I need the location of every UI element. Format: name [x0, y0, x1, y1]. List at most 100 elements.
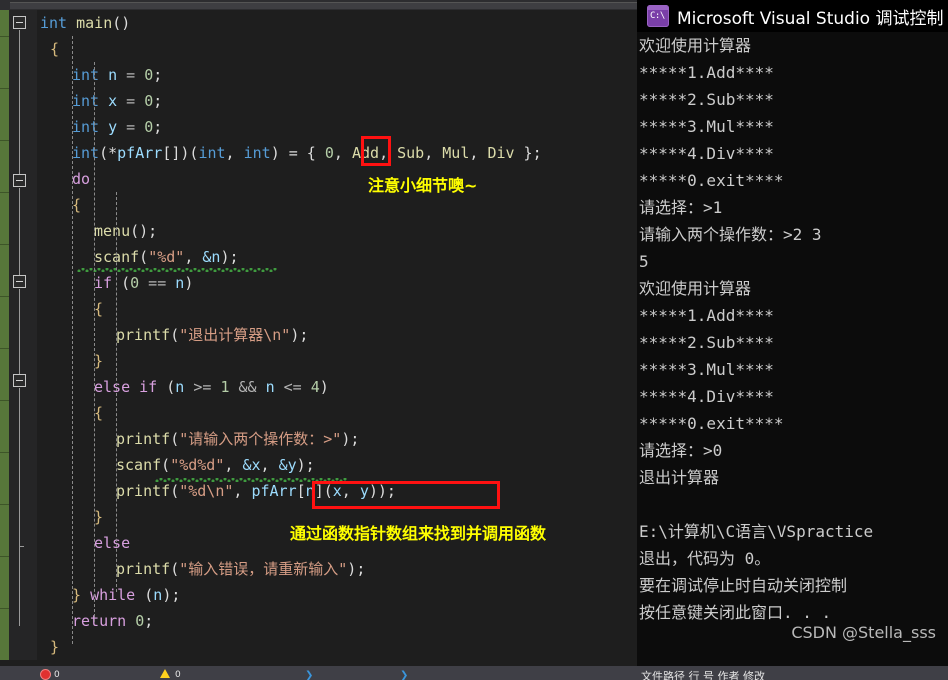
indent-guide: [116, 192, 117, 592]
code-token: [])(: [162, 144, 199, 162]
code-text-area[interactable]: int main(){int n = 0; int x = 0; int y = 0…: [40, 10, 637, 660]
console-line: 退出计算器: [639, 468, 720, 487]
code-token: ,: [333, 144, 352, 162]
code-token: }: [72, 586, 82, 604]
fold-toggle-elseif[interactable]: [13, 374, 26, 387]
console-line: *****1.Add****: [639, 63, 774, 82]
code-token: (: [161, 456, 171, 474]
console-line: 请输入两个操作数：>2 3: [639, 225, 822, 244]
code-token: y: [359, 482, 369, 500]
console-icon-prompt-glyph: C:\: [650, 11, 665, 21]
code-line[interactable]: int main(): [40, 10, 637, 36]
code-line[interactable]: {: [40, 400, 637, 426]
fold-toggle-if[interactable]: [13, 275, 26, 288]
code-line[interactable]: int(*pfArr[])(int, int) = { 0, Add, Sub,…: [40, 140, 637, 166]
code-token: int: [72, 118, 100, 136]
console-line: *****0.exit****: [639, 171, 784, 190]
code-token: (: [157, 378, 176, 396]
code-token: <=: [274, 378, 311, 396]
error-icon[interactable]: [40, 669, 51, 680]
console-title-bar[interactable]: C:\ Microsoft Visual Studio 调试控制: [637, 0, 948, 32]
code-line[interactable]: scanf("%d%d", &x, &y);: [40, 452, 637, 478]
error-list-status-strip[interactable]: 0 0 ❯ ❯: [0, 666, 637, 680]
code-token: (): [112, 14, 131, 32]
fold-toggle-main[interactable]: [13, 16, 26, 29]
debug-console-window[interactable]: C:\ Microsoft Visual Studio 调试控制 欢迎使用计算器…: [637, 0, 948, 666]
code-token: {: [72, 196, 82, 214]
console-line: *****1.Add****: [639, 306, 774, 325]
code-line[interactable]: menu();: [40, 218, 637, 244]
console-line: *****4.Div****: [639, 387, 774, 406]
code-token: Sub: [397, 144, 425, 162]
code-token: pfArr: [117, 144, 163, 162]
code-token: ();: [130, 222, 158, 240]
code-line[interactable]: return 0;: [40, 608, 637, 634]
code-line[interactable]: }: [40, 348, 637, 374]
annotation-detail-note: 注意小细节噢~: [368, 176, 478, 195]
code-line[interactable]: {: [40, 192, 637, 218]
code-token: 0: [324, 144, 334, 162]
code-token: int: [72, 144, 100, 162]
code-token: );: [162, 586, 181, 604]
code-line[interactable]: int x = 0;: [40, 88, 637, 114]
code-token: x: [108, 92, 118, 110]
code-token: (: [170, 430, 180, 448]
info-icon-1[interactable]: ❯: [305, 670, 313, 680]
console-line: 按任意键关闭此窗口. . .: [639, 603, 832, 622]
code-token: ,: [233, 482, 252, 500]
console-output-area[interactable]: 欢迎使用计算器 *****1.Add**** *****2.Sub**** *****…: [637, 32, 948, 666]
console-title-text: Microsoft Visual Studio 调试控制: [677, 8, 944, 29]
editor-tab-strip[interactable]: [0, 0, 637, 10]
error-squiggle-scanf-1: [77, 268, 277, 272]
changed-lines-indicator-strip: [0, 10, 9, 660]
code-line[interactable]: } while (n);: [40, 582, 637, 608]
code-line[interactable]: printf("输入错误，请重新输入");: [40, 556, 637, 582]
warning-icon[interactable]: [160, 669, 170, 678]
code-token: ) = {: [270, 144, 325, 162]
code-token: int: [243, 144, 271, 162]
changed-line-seam: [0, 608, 9, 609]
info-icon-2[interactable]: ❯: [400, 670, 408, 680]
code-token: (: [135, 586, 154, 604]
code-token: n: [175, 274, 185, 292]
code-token: "%d%d": [170, 456, 225, 474]
code-line[interactable]: int y = 0;: [40, 114, 637, 140]
code-token: }: [94, 508, 104, 526]
code-line[interactable]: else if (n >= 1 && n <= 4): [40, 374, 637, 400]
editor-outlining-gutter[interactable]: [9, 10, 37, 660]
annotation-funcptr-note: 通过函数指针数组来找到并调用函数: [290, 524, 547, 543]
code-token: int: [72, 92, 100, 110]
code-line[interactable]: if (0 == n): [40, 270, 637, 296]
code-line[interactable]: printf("退出计算器\n");: [40, 322, 637, 348]
code-line[interactable]: int n = 0;: [40, 62, 637, 88]
code-token: Add: [351, 144, 380, 162]
code-line[interactable]: {: [40, 296, 637, 322]
code-token: do: [72, 170, 91, 188]
bottom-toolbar-cropped[interactable]: 文件路径 行 号 作者 修改: [637, 666, 948, 680]
fold-connector-line: [19, 30, 20, 180]
code-token: );: [347, 560, 366, 578]
code-token: Div: [487, 144, 515, 162]
code-token: y: [108, 118, 118, 136]
fold-toggle-do[interactable]: [13, 174, 26, 187]
code-token: 0: [135, 612, 145, 630]
code-token: };: [514, 144, 542, 162]
code-token: }: [50, 638, 60, 656]
code-line[interactable]: }: [40, 634, 637, 660]
code-token: {: [94, 404, 104, 422]
code-token: "%d\n": [179, 482, 234, 500]
code-line[interactable]: do: [40, 166, 637, 192]
code-token: n: [153, 586, 163, 604]
code-editor-pane[interactable]: int main(){int n = 0; int x = 0; int y = 0…: [0, 0, 637, 680]
code-token: ;: [153, 92, 163, 110]
code-token: int: [198, 144, 226, 162]
code-line[interactable]: printf("请输入两个操作数：>");: [40, 426, 637, 452]
csdn-watermark: CSDN @Stella_sss: [791, 623, 936, 642]
code-line[interactable]: {: [40, 36, 637, 62]
code-token: ,: [341, 482, 360, 500]
code-line[interactable]: scanf("%d", &n);: [40, 244, 637, 270]
